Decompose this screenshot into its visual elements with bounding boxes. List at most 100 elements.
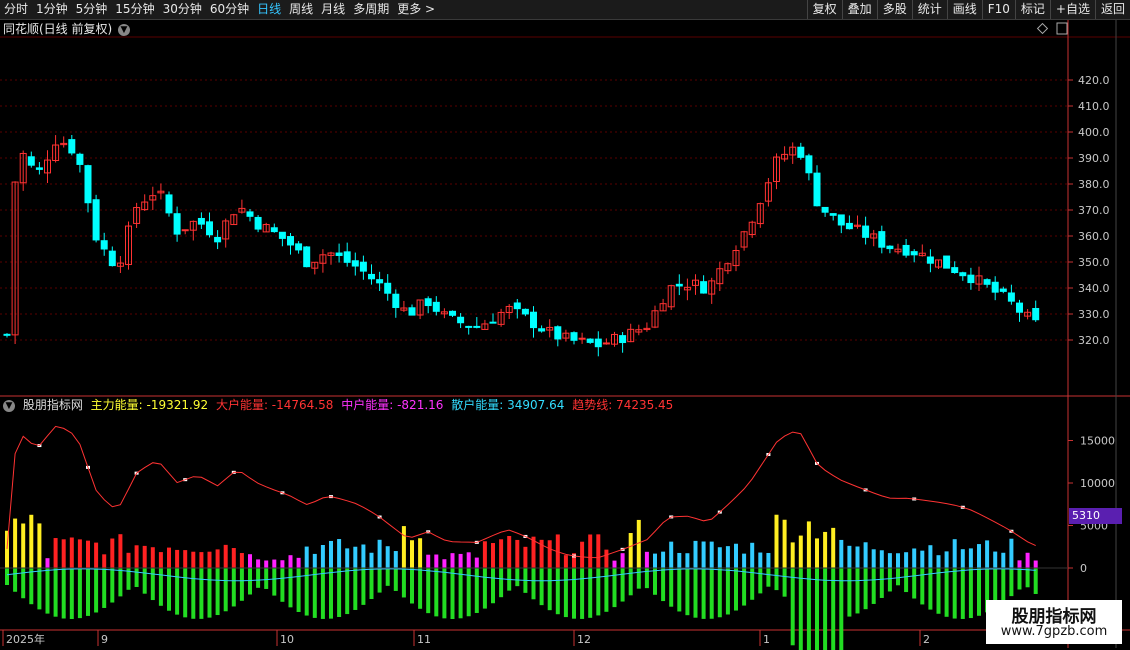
indicator-name: 股朋指标网	[22, 398, 83, 412]
candle-body	[951, 267, 959, 274]
indicator-bar-positive	[207, 551, 212, 568]
candle-body	[432, 301, 440, 312]
candle-body	[886, 245, 894, 250]
indicator-bar-negative	[912, 568, 917, 599]
candle-body	[465, 325, 473, 328]
indicator-bar-positive	[150, 547, 155, 568]
indicator-bar-negative	[936, 568, 941, 614]
indicator-bar-negative	[150, 568, 155, 601]
indicator-bar-negative	[296, 568, 301, 612]
candle-body	[100, 240, 108, 250]
candle-body	[424, 298, 432, 307]
indicator-bar-positive	[912, 548, 917, 568]
indicator-bar-positive	[725, 546, 730, 568]
candle-body	[578, 337, 586, 340]
diamond-icon[interactable]	[1036, 22, 1049, 35]
indicator-bar-positive	[563, 555, 568, 568]
price-label: 340.0	[1078, 282, 1110, 295]
indicator-bar-positive	[685, 553, 690, 568]
watermark: 股朋指标网 www.7gpzb.com	[986, 600, 1122, 644]
candle-body	[473, 325, 481, 328]
indicator-bar-positive	[920, 550, 925, 568]
chevron-down-icon[interactable]: ▼	[118, 23, 131, 36]
indicator-bar-negative	[102, 568, 107, 608]
indicator-bar-positive	[77, 539, 82, 568]
indicator-bar-positive	[928, 545, 933, 568]
indicator-bar-negative	[588, 568, 593, 618]
indicator-bar-positive	[491, 543, 495, 568]
indicator-bar-negative	[855, 568, 860, 614]
candlestick-series	[3, 134, 1040, 357]
indicator-bar-negative	[709, 568, 714, 619]
candle-body	[181, 229, 189, 232]
indicator-bar-negative	[288, 568, 293, 608]
indicator-bar-negative	[142, 568, 147, 594]
candle-body	[845, 222, 853, 230]
indicator-bar-positive	[944, 551, 949, 568]
indicator-bar-positive	[515, 539, 520, 568]
indicator-bar-positive	[353, 546, 358, 568]
candle-body	[335, 252, 343, 256]
indicator-bar-negative	[77, 568, 82, 619]
indicator-bar-negative	[669, 568, 674, 607]
indicator-bar-negative	[361, 568, 366, 605]
indicator-bar-positive	[742, 553, 747, 568]
indicator-bar-positive	[952, 539, 957, 568]
candle-body	[878, 231, 886, 248]
indicator-bar-negative	[620, 568, 625, 602]
indicator-header: ▼ 股朋指标网 主力能量: -19321.92 大户能量: -14764.58 …	[3, 397, 677, 413]
indicator-bar-negative	[539, 568, 544, 606]
indicator-bar-positive	[839, 539, 844, 568]
indicator-bar-positive	[960, 549, 965, 568]
indicator-label: 0	[1080, 562, 1087, 575]
indicator-bar-negative	[450, 568, 455, 619]
date-label: 12	[577, 633, 591, 646]
indicator-bar-positive	[879, 550, 884, 568]
price-label: 370.0	[1078, 204, 1110, 217]
candle-body	[586, 338, 594, 343]
indicator-bar-positive	[1009, 538, 1014, 568]
indicator-bar-positive	[523, 546, 528, 568]
candle-body	[991, 281, 999, 293]
indicator-bar-positive	[466, 552, 471, 568]
indicator-bar-negative	[572, 568, 576, 619]
candle-body	[368, 273, 375, 280]
indicator-bar-positive	[993, 551, 998, 568]
indicator-bar-positive	[126, 552, 131, 568]
indicator-bar-positive	[280, 560, 285, 568]
price-label: 380.0	[1078, 178, 1110, 191]
chart-area[interactable]: 420.0 410.0 400.0 390.0 380.0 370.0 360.0 350.0…	[0, 0, 1130, 650]
date-label: 1	[763, 633, 770, 646]
indicator-bar-negative	[45, 568, 50, 614]
indicator-bar-negative	[369, 568, 374, 600]
candle-body	[959, 272, 967, 277]
candle-body	[392, 293, 400, 308]
indicator-bar-negative	[191, 568, 196, 619]
indicator-bar-negative	[685, 568, 690, 616]
indicator-bar-positive	[847, 545, 852, 568]
indicator-bar-negative	[345, 568, 350, 615]
candle-body	[910, 251, 918, 256]
candle-body	[862, 225, 870, 238]
indicator-bar-negative	[199, 568, 204, 619]
indicator-bar-negative	[563, 568, 568, 618]
window-icon[interactable]	[1056, 22, 1068, 35]
candle-body	[457, 316, 465, 324]
indicator-bar-negative	[239, 568, 244, 601]
price-label: 420.0	[1078, 74, 1110, 87]
chevron-down-icon[interactable]: ▼	[3, 399, 15, 412]
indicator-bar-positive	[596, 534, 601, 568]
indicator-bar-positive	[458, 553, 463, 568]
indicator-bar-positive	[86, 540, 90, 568]
indicator-bar-positive	[977, 544, 981, 568]
indicator-bar-positive	[175, 549, 180, 568]
indicator-bar-positive	[29, 514, 34, 568]
indicator-bar-negative	[482, 568, 487, 609]
indicator-bar-negative	[725, 568, 730, 615]
indicator-bar-positive	[653, 553, 657, 568]
indicator-bar-positive	[798, 535, 803, 568]
indicator-bar-positive	[199, 552, 204, 568]
price-label: 410.0	[1078, 100, 1110, 113]
candle-body	[295, 243, 303, 251]
indicator-bar-positive	[385, 546, 390, 568]
